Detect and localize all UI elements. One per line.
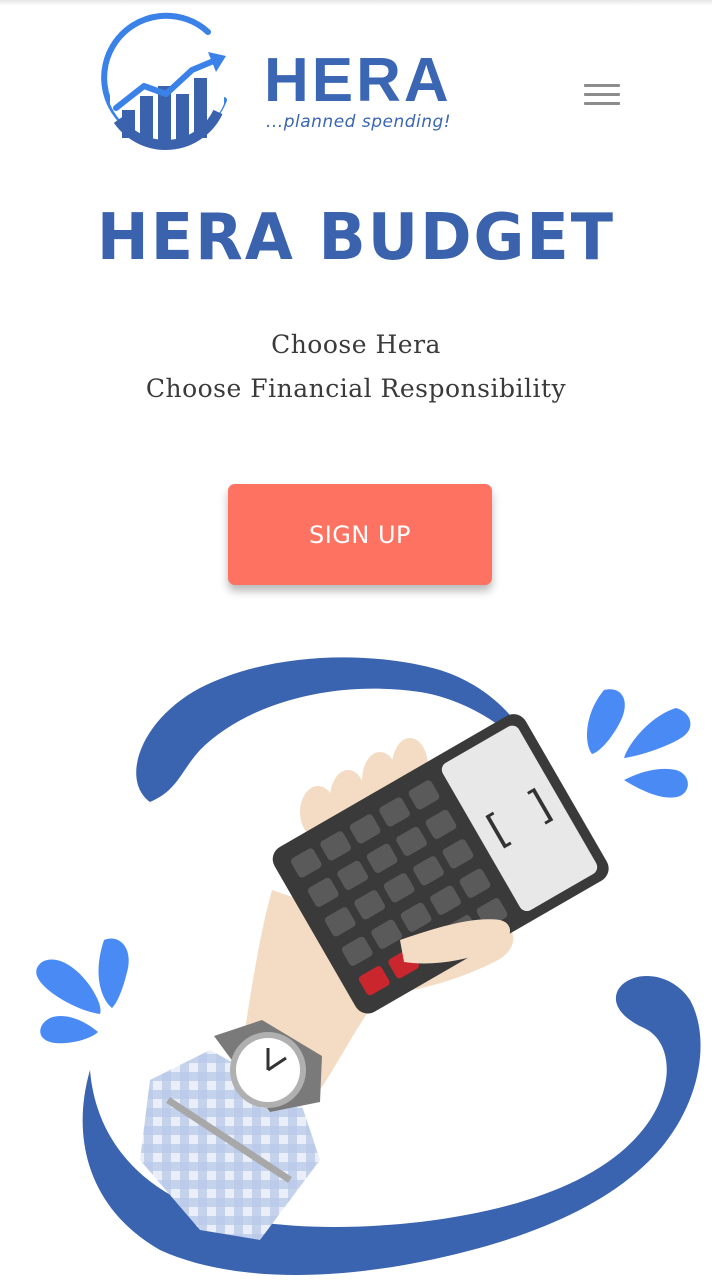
hand-holding-calculator-illustration: [ ] bbox=[36, 657, 701, 1275]
menu-line bbox=[584, 102, 620, 105]
menu-line bbox=[584, 93, 620, 96]
tagline-line-1: Choose Hera bbox=[271, 330, 441, 359]
growth-chart-logo-icon bbox=[101, 12, 227, 150]
landing-page: HERA ...planned spending! HERA BUDGET Ch… bbox=[0, 0, 712, 1282]
splash-top-right-icon bbox=[587, 689, 691, 798]
splash-left-icon bbox=[36, 938, 129, 1044]
menu-line bbox=[584, 84, 620, 87]
site-header: HERA ...planned spending! bbox=[0, 0, 712, 170]
brand-tagline: ...planned spending! bbox=[266, 112, 452, 132]
brand-name: HERA bbox=[264, 46, 452, 115]
page-title: HERA BUDGET bbox=[96, 198, 616, 275]
hamburger-menu-icon[interactable] bbox=[578, 78, 626, 112]
tagline-line-2: Choose Financial Responsibility bbox=[145, 374, 567, 403]
brand-logo[interactable]: HERA ...planned spending! bbox=[96, 12, 476, 152]
sign-up-button[interactable]: SIGN UP bbox=[228, 484, 492, 585]
